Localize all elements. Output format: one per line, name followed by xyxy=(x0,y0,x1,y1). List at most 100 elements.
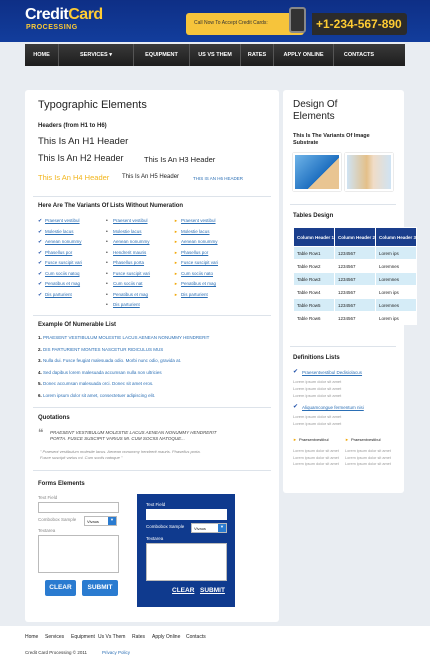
list-item[interactable]: Phasellus por xyxy=(174,250,208,255)
h5-sample: This Is An H5 Header xyxy=(122,174,180,180)
list-item[interactable]: Cum sociis nat xyxy=(106,281,143,287)
footer-link[interactable]: Rates xyxy=(132,634,145,640)
text-field-input[interactable] xyxy=(38,502,119,513)
table-row: Table Row3 1234567 Loremnes xyxy=(292,272,418,286)
textarea-input[interactable] xyxy=(38,535,119,573)
list-item[interactable]: Hendrerit mauris xyxy=(106,250,146,256)
nav-rates[interactable]: RATES xyxy=(241,44,274,66)
numbered-item[interactable]: 4. Sed dapibus lorem malesuada accumsan … xyxy=(38,370,162,375)
list-item[interactable]: Molestie lacus xyxy=(174,229,210,234)
footer-link[interactable]: Home xyxy=(25,634,38,640)
sidebar-subtitle: This Is The Variants Of Image Substrate xyxy=(293,133,370,146)
check-icon: ✔ xyxy=(293,404,299,410)
table-header: Column Header 1 xyxy=(292,227,336,247)
list-item[interactable]: Penatibus et mag xyxy=(38,281,80,287)
dark-submit-button[interactable]: SUBMIT xyxy=(200,587,225,594)
list-item[interactable]: Phasellus porta xyxy=(106,260,144,266)
item-text[interactable]: Sed dapibus lorem malesuada accumsan nul… xyxy=(43,370,162,375)
privacy-link[interactable]: Privacy Policy xyxy=(102,650,130,655)
quote-icon: ❝ xyxy=(38,428,44,439)
logo[interactable]: CreditCard xyxy=(25,7,103,23)
list-item[interactable]: Praesent vestibul xyxy=(174,218,216,223)
definition-text: Lorem ipsum dolor sit amet xyxy=(293,393,342,398)
definition-term[interactable]: Aliquamcongue fermentum nisi xyxy=(302,405,364,410)
nav-contacts[interactable]: CONTACTS xyxy=(334,44,384,66)
list-item[interactable]: Dis parturient xyxy=(38,292,72,298)
list-item[interactable]: Penatibus et mag xyxy=(174,281,216,286)
textarea-label: Textarea xyxy=(38,528,56,533)
dark-text-field-input[interactable] xyxy=(146,509,227,520)
footer-link[interactable]: Us Vs Them xyxy=(98,634,125,640)
definition-term[interactable]: Praesentvestibul Dedisiolacus xyxy=(302,370,362,375)
definition-text: Lorem ipsum dolor sit amet Lorem ipsum d… xyxy=(345,449,391,466)
list-item[interactable]: Fusce suscipit vari xyxy=(106,271,150,277)
quote-body-line1: " Praesent vestibulum molestie lacus. Ae… xyxy=(40,449,201,454)
divider xyxy=(33,315,271,316)
list-item[interactable]: Phasellus por xyxy=(38,250,72,256)
table-row: Table Row4 1234567 Lorem ips xyxy=(292,285,418,299)
text-field-label: Text Field xyxy=(38,495,58,500)
list-item[interactable]: Aenean nonummy xyxy=(174,239,218,244)
chevron-down-icon: ▼ xyxy=(218,524,226,532)
list-item[interactable]: Fusce suscipit vari xyxy=(174,260,218,265)
list-item[interactable]: Molestie lacus xyxy=(38,229,74,235)
dark-text-field-label: Text Field xyxy=(146,502,166,507)
lists-title: Here Are The Variants Of Lists Without N… xyxy=(38,203,184,209)
h4-sample: This Is An H4 Header xyxy=(38,173,110,182)
list-item[interactable]: Praesent vestibul xyxy=(106,218,148,224)
item-text[interactable]: Nulla dui. Fusce feugiat malesuada odio.… xyxy=(43,358,181,363)
forms-title: Forms Elements xyxy=(38,481,85,487)
list-item[interactable]: Fusce suscipit vari xyxy=(38,260,82,266)
dark-combobox-select[interactable]: Vivaus ▼ xyxy=(191,523,227,533)
clear-button[interactable]: CLEAR xyxy=(45,580,76,596)
footer-link[interactable]: Apply Online xyxy=(152,634,180,640)
item-text[interactable]: PRAESENT VESTIBULUM MOLESTIE LACUS AENEA… xyxy=(43,335,209,340)
divider xyxy=(290,204,396,205)
call-label: Call Now To Accept Credit Cards: xyxy=(186,13,304,35)
data-table: Column Header 1 Column Header 2 Column Hea… xyxy=(292,227,418,325)
nav-apply-online[interactable]: APPLY ONLINE xyxy=(274,44,334,66)
list-item[interactable]: Dis parturient xyxy=(106,302,140,308)
list-item[interactable]: Molestie lacus xyxy=(106,229,142,235)
dark-textarea-label: Textarea xyxy=(146,536,164,541)
dark-combobox-label: Combobox Sample xyxy=(146,524,185,529)
h3-sample: This Is An H3 Header xyxy=(144,155,216,164)
quotations-title: Quotations xyxy=(38,415,70,421)
numbered-item[interactable]: 1. PRAESENT VESTIBULUM MOLESTIE LACUS AE… xyxy=(38,335,209,340)
list-item[interactable]: Praesent vestibul xyxy=(38,218,80,224)
nav-home[interactable]: HOME xyxy=(25,44,59,66)
dark-clear-button[interactable]: CLEAR xyxy=(172,587,194,594)
table-row: Table Row5 1234567 Loremnes xyxy=(292,298,418,312)
list-item[interactable]: Cum sociis nato xyxy=(174,271,213,276)
nav-services[interactable]: SERVICES ▾ xyxy=(59,44,134,66)
footer-link[interactable]: Equipment xyxy=(71,634,95,640)
numbered-item[interactable]: 3. Nulla dui. Fusce feugiat malesuada od… xyxy=(38,358,181,363)
check-icon: ✔ xyxy=(293,369,299,375)
numbered-item[interactable]: 2. DIS PARTURIENT MONTES NASCETUR RIDICU… xyxy=(38,347,163,352)
list-item[interactable]: Cum sociis natoq xyxy=(38,271,80,277)
item-text[interactable]: DIS PARTURIENT MONTES NASCETUR RIDICULUS… xyxy=(43,347,163,352)
nav-us-vs-them[interactable]: US VS THEM xyxy=(190,44,241,66)
item-text[interactable]: Lorem ipsum dolor sit amet, consectetuer… xyxy=(43,393,155,398)
footer-link[interactable]: Contacts xyxy=(186,634,206,640)
item-text[interactable]: Donec accumsan malesuada orci. Donec sit… xyxy=(43,381,153,386)
submit-button[interactable]: SUBMIT xyxy=(82,580,118,596)
arrow-icon: ► xyxy=(293,437,297,442)
h2-sample: This Is An H2 Header xyxy=(38,153,124,163)
nav-equipment[interactable]: EQUIPMENT xyxy=(134,44,190,66)
woman-image xyxy=(345,153,393,191)
headers-subtitle: Headers (from H1 to H6) xyxy=(38,123,107,129)
list-item[interactable]: Dis parturient xyxy=(174,292,208,297)
numbered-item[interactable]: 5. Donec accumsan malesuada orci. Donec … xyxy=(38,381,153,386)
table-header: Column Header 3 xyxy=(375,227,418,247)
table-row: Table Row6 1234567 Lorem ips xyxy=(292,311,418,325)
list-item[interactable]: Penatibus et mag xyxy=(106,292,148,298)
pool-image xyxy=(293,153,341,191)
numbered-item[interactable]: 6. Lorem ipsum dolor sit amet, consectet… xyxy=(38,393,155,398)
list-item[interactable]: Aenean nonummy xyxy=(38,239,82,245)
footer-link[interactable]: Services xyxy=(45,634,64,640)
dark-textarea-input[interactable] xyxy=(146,543,227,581)
list-item[interactable]: Aenean nonummy xyxy=(106,239,150,245)
definitions-title: Definitions Lists xyxy=(293,355,340,361)
combobox-select[interactable]: Vivaus ▼ xyxy=(84,516,117,526)
